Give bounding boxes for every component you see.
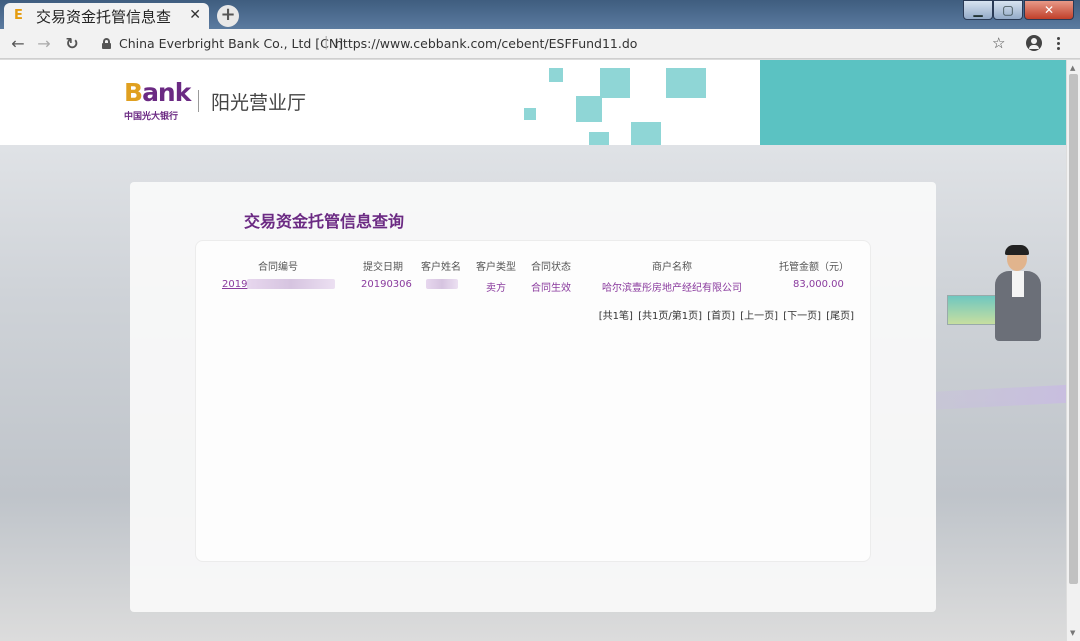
escrow-amount: 83,000.00 [793, 279, 844, 290]
everbright-logo[interactable]: Bank 中国光大银行 [124, 78, 191, 124]
merchant-name: 哈尔滨壹彤房地产经纪有限公司 [602, 283, 742, 294]
tab-title: 交易资金托管信息查 [36, 7, 172, 26]
businessman-illustration [945, 245, 1055, 355]
column-header: 托管金额（元） [779, 262, 849, 273]
logo-bank-text: Bank [124, 78, 191, 107]
submit-date: 20190306 [361, 279, 412, 290]
forward-arrow-icon[interactable]: → [34, 34, 54, 54]
scroll-up-arrow-icon[interactable]: ▲ [1070, 64, 1075, 72]
column-header: 提交日期 [363, 262, 403, 273]
reload-icon[interactable]: ↻ [62, 34, 82, 54]
url-text[interactable]: https://www.cebbank.com/cebent/ESFFund11… [335, 36, 637, 51]
contract-status: 合同生效 [531, 283, 571, 294]
header-banner [760, 60, 1066, 145]
bank-favicon-icon: E [14, 8, 23, 23]
customer-name [426, 279, 458, 290]
column-header: 合同编号 [258, 262, 298, 273]
decor-square [600, 68, 630, 98]
results-table: 合同编号 提交日期 客户姓名 客户类型 合同状态 商户名称 托管金额（元） 20… [195, 240, 871, 562]
bookmark-star-icon[interactable]: ☆ [992, 34, 1005, 52]
page-body: Bank 中国光大银行 阳光营业厅 交易资金托管信息查询 合同编号 提交日期 客… [0, 60, 1066, 641]
column-header: 客户姓名 [421, 262, 461, 273]
redacted-contract-number [247, 279, 336, 289]
pager-next-link[interactable]: [下一页] [783, 311, 821, 322]
menu-kebab-icon[interactable] [1057, 37, 1061, 52]
decor-square [524, 108, 536, 120]
address-bar[interactable]: China Everbright Bank Co., Ltd [CN] | ht… [92, 32, 1052, 56]
minimize-window-button[interactable]: ▁ [963, 0, 993, 20]
logo-cn-text: 中国光大银行 [124, 112, 179, 122]
pager-prev-link[interactable]: [上一页] [740, 311, 778, 322]
browser-tab[interactable]: E 交易资金托管信息查 ✕ [4, 3, 209, 29]
contract-number-link[interactable]: 2019 [222, 279, 336, 290]
header-divider [198, 90, 199, 112]
pager-first-link[interactable]: [首页] [707, 311, 735, 322]
url-separator: | [324, 35, 329, 50]
site-header: Bank 中国光大银行 阳光营业厅 [0, 60, 1066, 145]
pager-page-info: [共1页/第1页] [638, 311, 702, 322]
customer-type: 卖方 [486, 283, 506, 294]
site-title: 阳光营业厅 [211, 92, 307, 114]
pagination: [共1笔] [共1页/第1页] [首页] [上一页] [下一页] [尾页] [597, 307, 854, 322]
decor-square [549, 68, 563, 82]
column-header: 合同状态 [531, 262, 571, 273]
pager-total: [共1笔] [598, 311, 633, 322]
pager-last-link[interactable]: [尾页] [826, 311, 854, 322]
scroll-thumb[interactable] [1069, 74, 1078, 584]
query-panel: 交易资金托管信息查询 合同编号 提交日期 客户姓名 客户类型 合同状态 商户名称… [130, 182, 936, 612]
decor-square [631, 122, 661, 145]
decor-square [666, 68, 706, 98]
column-header: 客户类型 [476, 262, 516, 273]
decor-square [576, 96, 602, 122]
page-title: 交易资金托管信息查询 [244, 212, 405, 231]
lock-icon[interactable] [102, 38, 111, 49]
decor-square [589, 132, 609, 145]
account-icon[interactable] [1026, 35, 1042, 51]
browser-toolbar: ← → ↻ China Everbright Bank Co., Ltd [CN… [0, 29, 1080, 59]
column-header: 商户名称 [652, 262, 692, 273]
page-scrollbar[interactable]: ▲ ▼ [1066, 60, 1080, 641]
site-identity[interactable]: China Everbright Bank Co., Ltd [CN] [119, 36, 343, 51]
redacted-customer-name [426, 279, 458, 289]
browser-titlebar: E 交易资金托管信息查 ✕ + ▁ ▢ ✕ [0, 0, 1080, 29]
close-window-button[interactable]: ✕ [1024, 0, 1074, 20]
close-tab-icon[interactable]: ✕ [189, 7, 201, 23]
back-arrow-icon[interactable]: ← [8, 34, 28, 54]
maximize-window-button[interactable]: ▢ [993, 0, 1023, 20]
scroll-down-arrow-icon[interactable]: ▼ [1070, 629, 1075, 637]
new-tab-button[interactable]: + [217, 5, 239, 27]
